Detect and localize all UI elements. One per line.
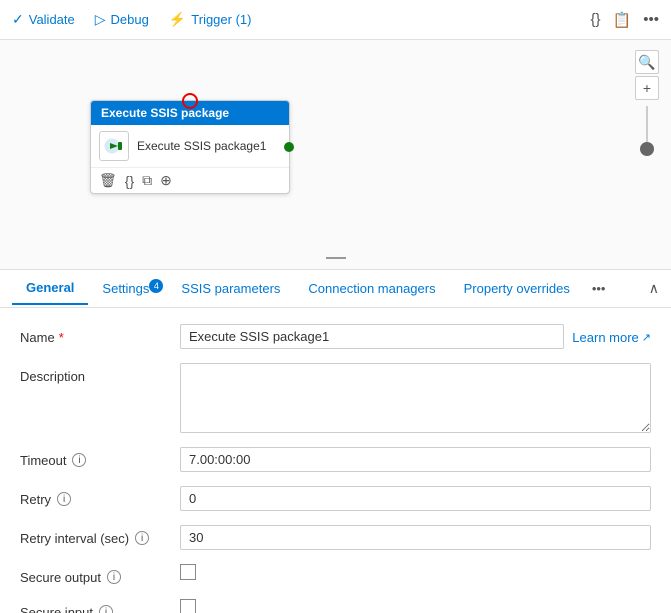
retry-control — [180, 486, 651, 511]
name-row: Name * Learn more ↗ — [20, 324, 651, 349]
name-input[interactable] — [180, 324, 564, 349]
panel-collapse-button[interactable]: ∧ — [649, 280, 659, 297]
retry-interval-input[interactable] — [180, 525, 651, 550]
trigger-button[interactable]: ⚡ Trigger (1) — [169, 11, 252, 28]
secure-output-control — [180, 564, 651, 580]
validate-button[interactable]: ✓ Validate — [12, 11, 75, 28]
panel-content: Name * Learn more ↗ Description Timeout … — [0, 308, 671, 613]
status-dot — [284, 142, 294, 152]
timeout-label: Timeout i — [20, 447, 180, 468]
activity-node[interactable]: Execute SSIS package Execute SSIS packag… — [90, 100, 290, 194]
secure-output-label: Secure output i — [20, 564, 180, 585]
zoom-slider — [646, 106, 648, 156]
learn-more-link[interactable]: Learn more ↗ — [572, 324, 651, 345]
secure-input-row: Secure input i — [20, 599, 651, 613]
tab-property-overrides[interactable]: Property overrides — [450, 273, 584, 304]
description-label: Description — [20, 363, 180, 384]
trigger-icon: ⚡ — [169, 11, 186, 28]
retry-row: Retry i — [20, 486, 651, 511]
timeout-control — [180, 447, 651, 472]
retry-label: Retry i — [20, 486, 180, 507]
json-button[interactable]: {} — [591, 11, 601, 28]
timeout-info-icon[interactable]: i — [72, 453, 86, 467]
toolbar: ✓ Validate ▷ Debug ⚡ Trigger (1) {} 📋 ••… — [0, 0, 671, 40]
retry-interval-control — [180, 525, 651, 550]
tab-connection-managers[interactable]: Connection managers — [294, 273, 449, 304]
description-control — [180, 363, 651, 433]
canvas: Execute SSIS package Execute SSIS packag… — [0, 40, 671, 270]
activity-type-icon — [99, 131, 129, 161]
retry-input[interactable] — [180, 486, 651, 511]
activity-toolbar: 🗑 {} ⧉ ⊕ — [91, 167, 289, 193]
debug-icon: ▷ — [95, 11, 106, 28]
description-row: Description — [20, 363, 651, 433]
separator — [326, 257, 346, 259]
secure-output-checkbox[interactable] — [180, 564, 196, 580]
retry-interval-label: Retry interval (sec) i — [20, 525, 180, 546]
secure-input-checkbox[interactable] — [180, 599, 196, 613]
retry-interval-info-icon[interactable]: i — [135, 531, 149, 545]
tab-settings[interactable]: Settings 4 — [88, 273, 167, 304]
zoom-controls: 🔍 + — [635, 50, 659, 160]
name-label: Name * — [20, 324, 180, 345]
secure-input-control — [180, 599, 651, 613]
tab-general[interactable]: General — [12, 272, 88, 305]
code-button[interactable]: 📋 — [613, 11, 632, 29]
tab-ssis-parameters[interactable]: SSIS parameters — [167, 273, 294, 304]
zoom-handle[interactable] — [640, 142, 654, 156]
settings-badge: 4 — [149, 279, 163, 293]
code-view-icon[interactable]: {} — [125, 173, 134, 189]
toolbar-right: {} 📋 ••• — [591, 11, 659, 29]
secure-input-info-icon[interactable]: i — [99, 605, 113, 613]
copy-icon[interactable]: ⧉ — [142, 172, 152, 189]
name-control: Learn more ↗ — [180, 324, 651, 349]
external-link-icon: ↗ — [642, 331, 651, 344]
tabs-more-button[interactable]: ••• — [584, 273, 614, 304]
name-required: * — [59, 330, 64, 345]
retry-info-icon[interactable]: i — [57, 492, 71, 506]
secure-input-label: Secure input i — [20, 599, 180, 613]
panel-tabs: General Settings 4 SSIS parameters Conne… — [0, 270, 671, 308]
start-circle — [182, 93, 198, 109]
timeout-input[interactable] — [180, 447, 651, 472]
activity-body: Execute SSIS package1 — [91, 125, 289, 167]
secure-output-row: Secure output i — [20, 564, 651, 585]
secure-output-info-icon[interactable]: i — [107, 570, 121, 584]
validate-icon: ✓ — [12, 11, 24, 28]
description-input[interactable] — [180, 363, 651, 433]
search-button[interactable]: 🔍 — [635, 50, 659, 74]
debug-button[interactable]: ▷ Debug — [95, 11, 149, 28]
delete-icon[interactable]: 🗑 — [99, 172, 117, 189]
retry-interval-row: Retry interval (sec) i — [20, 525, 651, 550]
more-button[interactable]: ••• — [643, 11, 659, 28]
timeout-row: Timeout i — [20, 447, 651, 472]
navigate-icon[interactable]: ⊕ — [160, 172, 172, 189]
zoom-in-button[interactable]: + — [635, 76, 659, 100]
